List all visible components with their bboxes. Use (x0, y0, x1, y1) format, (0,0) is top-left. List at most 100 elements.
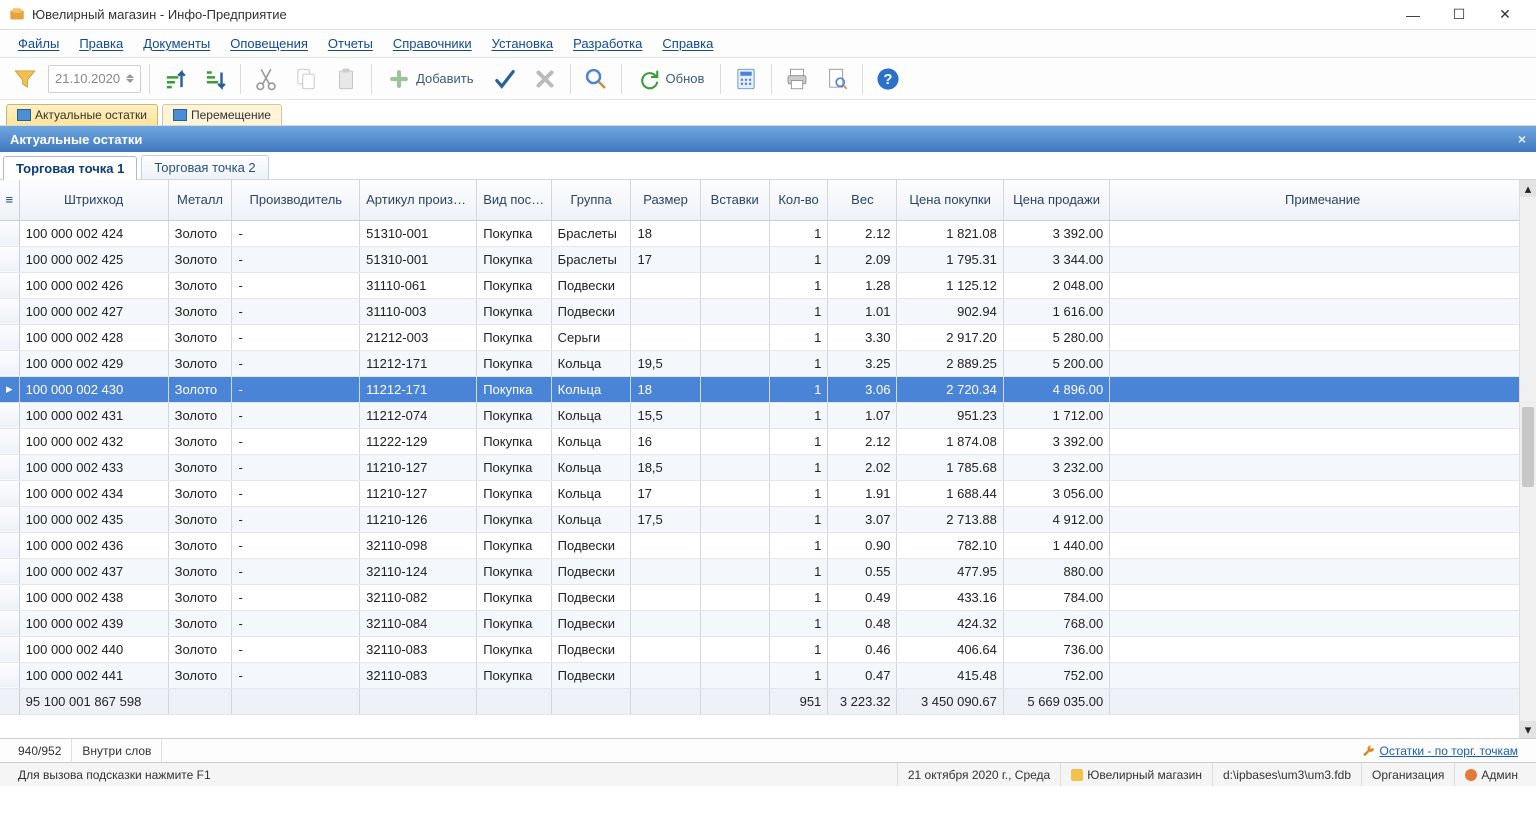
cell[interactable] (1110, 636, 1536, 662)
cell[interactable]: 433.16 (897, 584, 1003, 610)
cell[interactable]: 18 (631, 376, 700, 402)
cell[interactable]: 5 280.00 (1003, 324, 1109, 350)
cell[interactable]: Покупка (477, 246, 551, 272)
cell[interactable]: - (232, 480, 360, 506)
cell[interactable]: 736.00 (1003, 636, 1109, 662)
cell[interactable] (1110, 454, 1536, 480)
cell[interactable] (700, 324, 769, 350)
cell[interactable]: 902.94 (897, 298, 1003, 324)
cell[interactable]: 1 616.00 (1003, 298, 1109, 324)
cell[interactable] (631, 584, 700, 610)
row-marker[interactable] (0, 480, 19, 506)
cell[interactable]: Покупка (477, 662, 551, 688)
cell[interactable]: 100 000 002 426 (19, 272, 168, 298)
cell[interactable]: 782.10 (897, 532, 1003, 558)
cell[interactable]: 18 (631, 220, 700, 246)
sort-asc-button[interactable] (158, 62, 192, 96)
row-marker[interactable] (0, 272, 19, 298)
cell[interactable]: 31110-003 (360, 298, 477, 324)
cell[interactable]: Кольца (551, 480, 631, 506)
cell[interactable]: Покупка (477, 610, 551, 636)
cell[interactable]: Подвески (551, 272, 631, 298)
cell[interactable]: Подвески (551, 298, 631, 324)
table-row[interactable]: 100 000 002 440Золото-32110-083ПокупкаПо… (0, 636, 1536, 662)
cell[interactable]: 100 000 002 433 (19, 454, 168, 480)
cell[interactable]: Покупка (477, 220, 551, 246)
cell[interactable]: 2.02 (828, 454, 897, 480)
col-header-3[interactable]: Артикул производителя (360, 180, 477, 220)
cell[interactable] (700, 246, 769, 272)
cell[interactable]: Кольца (551, 376, 631, 402)
cell[interactable] (700, 480, 769, 506)
cell[interactable]: - (232, 558, 360, 584)
table-row[interactable]: 100 000 002 432Золото-11222-129ПокупкаКо… (0, 428, 1536, 454)
cell[interactable]: Подвески (551, 610, 631, 636)
cell[interactable] (1110, 402, 1536, 428)
cell[interactable] (1110, 480, 1536, 506)
row-marker[interactable] (0, 610, 19, 636)
view-close-button[interactable]: × (1518, 131, 1526, 147)
cell[interactable]: Подвески (551, 636, 631, 662)
cell[interactable]: Покупка (477, 324, 551, 350)
row-marker[interactable] (0, 402, 19, 428)
cell[interactable]: 4 912.00 (1003, 506, 1109, 532)
table-row[interactable]: 100 000 002 435Золото-11210-126ПокупкаКо… (0, 506, 1536, 532)
cell[interactable]: 0.48 (828, 610, 897, 636)
cell[interactable]: 2 713.88 (897, 506, 1003, 532)
cell[interactable]: Браслеты (551, 246, 631, 272)
row-marker[interactable] (0, 558, 19, 584)
row-marker[interactable] (0, 246, 19, 272)
cell[interactable]: 1 795.31 (897, 246, 1003, 272)
cell[interactable]: 3 056.00 (1003, 480, 1109, 506)
cell[interactable] (1110, 324, 1536, 350)
cell[interactable]: 0.90 (828, 532, 897, 558)
cell[interactable]: 951.23 (897, 402, 1003, 428)
cell[interactable] (1110, 506, 1536, 532)
cell[interactable]: 51310-001 (360, 246, 477, 272)
cell[interactable]: 100 000 002 435 (19, 506, 168, 532)
cell[interactable]: 31110-061 (360, 272, 477, 298)
row-marker[interactable] (0, 506, 19, 532)
row-marker[interactable] (0, 584, 19, 610)
table-row[interactable]: 100 000 002 429Золото-11212-171ПокупкаКо… (0, 350, 1536, 376)
cell[interactable]: 1 (769, 636, 828, 662)
cell[interactable]: Золото (168, 402, 232, 428)
cell[interactable]: 1 (769, 402, 828, 428)
cell[interactable]: 100 000 002 439 (19, 610, 168, 636)
cell[interactable]: Золото (168, 558, 232, 584)
cell[interactable] (631, 532, 700, 558)
cell[interactable]: Покупка (477, 584, 551, 610)
cell[interactable] (700, 272, 769, 298)
cell[interactable]: 2 917.20 (897, 324, 1003, 350)
cell[interactable]: Золото (168, 220, 232, 246)
cell[interactable] (700, 402, 769, 428)
cell[interactable]: Серьги (551, 324, 631, 350)
cell[interactable]: - (232, 584, 360, 610)
cell[interactable]: Покупка (477, 428, 551, 454)
col-header-12[interactable]: Примечание (1110, 180, 1536, 220)
row-marker[interactable] (0, 220, 19, 246)
col-header-11[interactable]: Цена продажи (1003, 180, 1109, 220)
scroll-up-button[interactable]: ▴ (1520, 180, 1536, 197)
cell[interactable]: 1 (769, 324, 828, 350)
cell[interactable]: Золото (168, 272, 232, 298)
cell[interactable]: 32110-124 (360, 558, 477, 584)
report-link[interactable]: Остатки - по торг. точкам (1380, 744, 1518, 758)
cell[interactable]: 17 (631, 246, 700, 272)
cell[interactable] (1110, 298, 1536, 324)
cell[interactable]: Подвески (551, 584, 631, 610)
cell[interactable]: 17,5 (631, 506, 700, 532)
cell[interactable]: Покупка (477, 272, 551, 298)
cell[interactable]: 0.47 (828, 662, 897, 688)
cell[interactable]: 1.91 (828, 480, 897, 506)
cell[interactable]: Золото (168, 324, 232, 350)
menu-4[interactable]: Отчеты (320, 32, 381, 55)
cell[interactable]: - (232, 324, 360, 350)
cell[interactable]: Золото (168, 532, 232, 558)
cell[interactable] (631, 662, 700, 688)
cell[interactable]: 1 (769, 272, 828, 298)
menu-5[interactable]: Справочники (385, 32, 480, 55)
cell[interactable]: - (232, 610, 360, 636)
cell[interactable]: 100 000 002 438 (19, 584, 168, 610)
cell[interactable]: Золото (168, 610, 232, 636)
